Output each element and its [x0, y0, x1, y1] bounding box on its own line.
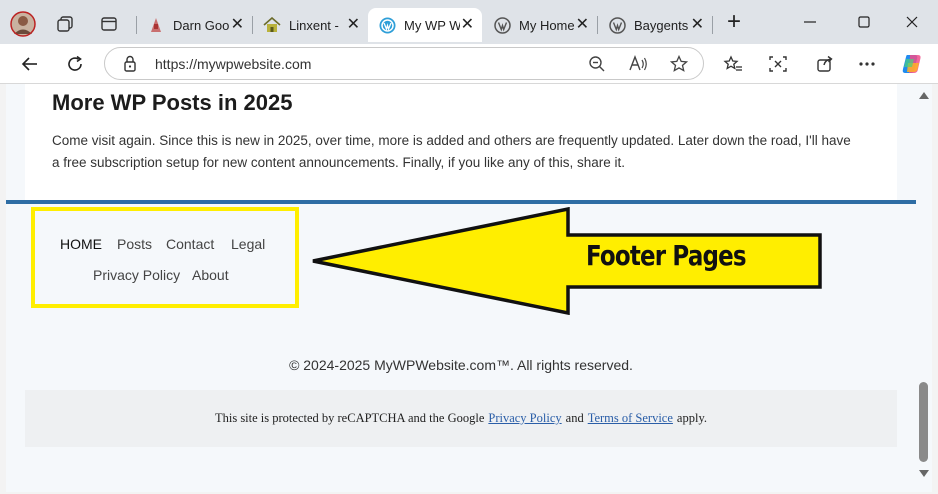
- share-icon[interactable]: [810, 49, 840, 79]
- window-edge: [932, 84, 938, 494]
- new-tab-button[interactable]: +: [714, 8, 754, 36]
- footer-link-legal[interactable]: Legal: [231, 236, 265, 252]
- scroll-up-arrow-icon[interactable]: [919, 92, 929, 99]
- scroll-thumb[interactable]: [919, 382, 928, 462]
- wordpress-icon: [608, 16, 626, 34]
- vertical-scrollbar[interactable]: [916, 84, 932, 492]
- tab-my-wp-website[interactable]: My WP W ✕: [368, 8, 482, 42]
- more-options-icon[interactable]: [852, 49, 882, 79]
- close-tab-icon[interactable]: ✕: [347, 17, 360, 33]
- url-text: https://mywpwebsite.com: [155, 56, 312, 72]
- profile-avatar[interactable]: [8, 9, 38, 39]
- recaptcha-middle: and: [565, 411, 584, 425]
- recaptcha-suffix: apply.: [676, 411, 708, 425]
- footer-link-home[interactable]: HOME: [60, 236, 102, 252]
- post-body: Come visit again. Since this is new in 2…: [52, 133, 851, 170]
- tab-actions-icon[interactable]: [94, 9, 124, 39]
- refresh-button[interactable]: [60, 49, 90, 79]
- read-aloud-icon[interactable]: [627, 53, 649, 75]
- footer-link-privacy-policy[interactable]: Privacy Policy: [93, 267, 180, 283]
- address-bar[interactable]: https://mywpwebsite.com: [104, 47, 704, 80]
- footer-link-posts[interactable]: Posts: [117, 236, 152, 252]
- annotation-label: Footer Pages: [586, 239, 747, 272]
- tab-baygents[interactable]: Baygents ✕: [598, 8, 712, 42]
- tab-strip: Darn Goo ✕ Linxent - ✕ My WP W ✕ My Home…: [0, 0, 938, 44]
- tab-linxent[interactable]: Linxent - ✕: [253, 8, 368, 42]
- close-window-button[interactable]: [892, 8, 932, 36]
- footer-link-contact[interactable]: Contact: [166, 236, 214, 252]
- close-tab-icon[interactable]: ✕: [691, 17, 704, 33]
- linxent-house-icon: [263, 16, 281, 34]
- wordpress-icon: [493, 16, 511, 34]
- scroll-down-arrow-icon[interactable]: [919, 470, 929, 477]
- minimize-button[interactable]: [790, 8, 830, 36]
- favorite-star-icon[interactable]: [668, 53, 690, 75]
- privacy-policy-link[interactable]: Privacy Policy: [488, 411, 561, 426]
- annotation-arrow: [312, 207, 822, 315]
- screenshot-icon[interactable]: [763, 49, 793, 79]
- zoom-out-icon[interactable]: [586, 53, 608, 75]
- tab-title: Darn Goo: [173, 17, 229, 33]
- footer-divider: [6, 200, 916, 204]
- lock-icon[interactable]: [123, 55, 137, 77]
- close-tab-icon[interactable]: ✕: [461, 17, 474, 33]
- tab-separator: [712, 16, 713, 34]
- post-card: More WP Posts in 2025 Come visit again. …: [25, 84, 897, 200]
- footer-link-about[interactable]: About: [192, 267, 229, 283]
- tab-darn-goodies[interactable]: Darn Goo ✕: [137, 8, 252, 42]
- copilot-icon[interactable]: [897, 49, 927, 79]
- workspaces-icon[interactable]: [50, 9, 80, 39]
- recaptcha-notice: This site is protected by reCAPTCHA and …: [25, 390, 897, 447]
- favorites-icon[interactable]: [718, 49, 748, 79]
- highlight-box: [31, 207, 299, 308]
- tab-title: My WP W: [404, 17, 460, 33]
- tab-my-home[interactable]: My Home ✕: [483, 8, 597, 42]
- recaptcha-prefix: This site is protected by reCAPTCHA and …: [214, 411, 485, 425]
- navigation-toolbar: https://mywpwebsite.com: [0, 44, 938, 84]
- tab-title: Linxent -: [289, 17, 339, 33]
- back-button[interactable]: [15, 49, 45, 79]
- tab-title: Baygents: [634, 17, 689, 33]
- page-viewport: More WP Posts in 2025 Come visit again. …: [6, 84, 916, 492]
- tab-title: My Home: [519, 17, 575, 33]
- terms-of-service-link[interactable]: Terms of Service: [588, 411, 673, 426]
- darn-goodies-icon: [147, 16, 165, 34]
- close-tab-icon[interactable]: ✕: [231, 17, 244, 33]
- close-tab-icon[interactable]: ✕: [576, 17, 589, 33]
- copyright-text: © 2024-2025 MyWPWebsite.com™. All rights…: [289, 357, 633, 373]
- maximize-button[interactable]: [844, 8, 884, 36]
- wordpress-icon: [378, 16, 396, 34]
- post-heading: More WP Posts in 2025: [52, 90, 293, 115]
